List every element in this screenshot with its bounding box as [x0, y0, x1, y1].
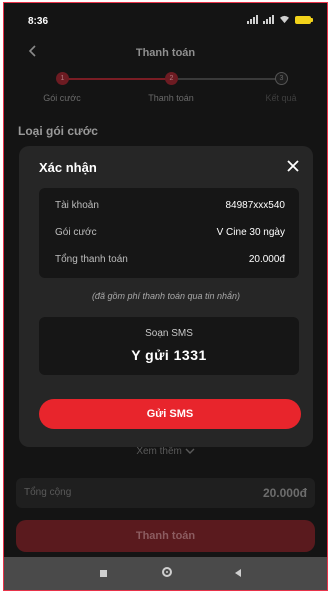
status-bar: 8:36 — [4, 3, 327, 39]
detail-row-package: Gói cước V Cine 30 ngày — [39, 219, 299, 245]
recent-apps-icon[interactable] — [100, 570, 107, 577]
sms-code: Y gửi 1331 — [131, 347, 207, 363]
sms-label: Soạn SMS — [145, 328, 193, 339]
step-label-2: Thanh toán — [148, 93, 194, 103]
step-connector — [66, 78, 170, 80]
total-summary: Tổng cộng 20.000đ — [16, 478, 315, 508]
total-label: Tổng cộng — [24, 487, 72, 498]
dialog-title: Xác nhận — [39, 160, 97, 175]
pay-button[interactable]: Thanh toán — [16, 520, 315, 552]
see-more-link[interactable]: Xem thêm — [4, 446, 327, 457]
step-dot-1: 1 — [56, 72, 69, 85]
app-screen: 8:36 Thanh toán 1 2 3 Gói cước Thanh toá… — [3, 2, 328, 591]
header: Thanh toán — [4, 39, 327, 69]
detail-value: 20.000đ — [248, 254, 285, 265]
detail-key: Tài khoản — [55, 200, 99, 211]
signal-icon — [263, 15, 274, 24]
step-dot-3: 3 — [275, 72, 288, 85]
close-icon[interactable] — [285, 158, 301, 174]
chevron-down-icon — [185, 448, 195, 455]
battery-icon — [295, 15, 313, 24]
section-title: Loại gói cước — [18, 124, 98, 138]
detail-value: V Cine 30 ngày — [216, 227, 285, 238]
status-time: 8:36 — [28, 16, 49, 27]
confirm-dialog: Xác nhận Tài khoản 84987xxx540 Gói cước … — [19, 146, 313, 447]
sms-instructions: Soạn SMS Y gửi 1331 — [39, 317, 299, 375]
status-icons — [247, 15, 313, 24]
back-nav-icon[interactable] — [235, 569, 241, 577]
see-more-label: Xem thêm — [136, 446, 182, 457]
detail-key: Tổng thanh toán — [55, 254, 128, 265]
system-nav-bar — [4, 557, 327, 590]
step-label-1: Gói cước — [43, 93, 81, 103]
fee-note: (đã gồm phí thanh toán qua tin nhắn) — [91, 291, 241, 301]
payment-details: Tài khoản 84987xxx540 Gói cước V Cine 30… — [39, 188, 299, 278]
step-label-3: Kết quả — [265, 93, 297, 103]
home-icon[interactable] — [162, 567, 172, 577]
detail-value: 84987xxx540 — [225, 200, 286, 211]
step-dot-2: 2 — [165, 72, 178, 85]
wifi-icon — [280, 15, 289, 24]
signal-icon — [247, 15, 258, 24]
detail-row-account: Tài khoản 84987xxx540 — [39, 192, 299, 218]
total-value: 20.000đ — [262, 486, 307, 500]
detail-key: Gói cước — [55, 227, 97, 238]
page-title: Thanh toán — [135, 47, 196, 59]
detail-row-total: Tổng thanh toán 20.000đ — [39, 246, 299, 272]
progress-stepper: 1 2 3 Gói cước Thanh toán Kết quả — [4, 69, 327, 109]
step-connector — [178, 78, 278, 80]
send-sms-button[interactable]: Gửi SMS — [39, 399, 301, 429]
